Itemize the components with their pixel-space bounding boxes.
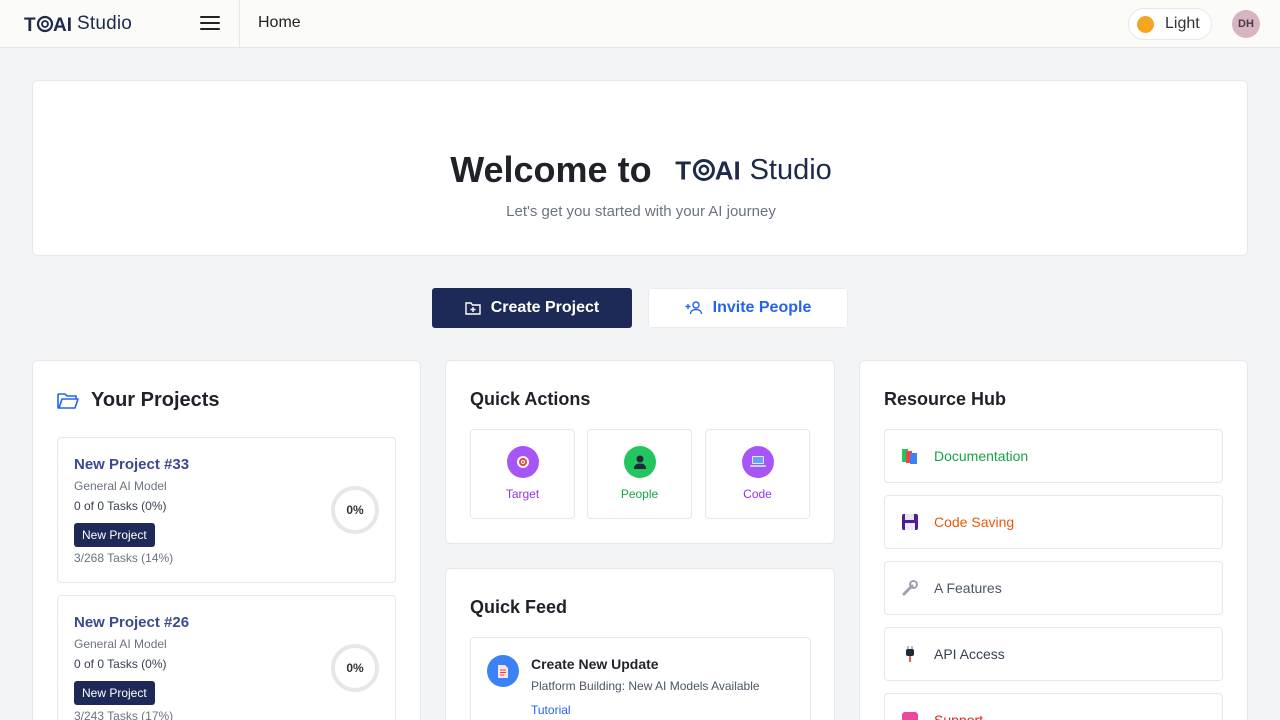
projects-title: Your Projects: [91, 389, 220, 411]
theme-label: Light: [1165, 15, 1200, 32]
feed-item[interactable]: Create New Update Platform Building: New…: [470, 637, 811, 720]
project-model: General AI Model: [74, 479, 167, 493]
breadcrumb[interactable]: Home: [258, 14, 301, 32]
quick-feed-title: Quick Feed: [470, 597, 568, 617]
invite-people-label: Invite People: [712, 299, 812, 316]
resource-label: Support: [934, 712, 984, 720]
quick-action-code[interactable]: Code: [705, 429, 810, 519]
resource-features[interactable]: A Features: [884, 561, 1223, 615]
resource-hub-title: Resource Hub: [884, 389, 1007, 409]
books-icon: [901, 447, 919, 465]
welcome-card: Welcome to T AI Studio Let's get you sta…: [32, 80, 1248, 256]
sos-icon: [901, 711, 919, 720]
project-card[interactable]: New Project #33 General AI Model 0 of 0 …: [57, 437, 396, 583]
create-project-label: Create Project: [490, 299, 600, 316]
svg-text:AI: AI: [53, 15, 72, 35]
target-icon: [507, 446, 539, 478]
project-task-summary: 3/243 Tasks (17%): [74, 709, 174, 720]
quick-action-people[interactable]: People: [587, 429, 692, 519]
invite-people-button[interactable]: Invite People: [648, 288, 848, 328]
welcome-logo-text: Studio: [749, 153, 832, 186]
quick-actions-title: Quick Actions: [470, 389, 591, 409]
project-tasks: 0 of 0 Tasks (0%): [74, 657, 167, 671]
resource-label: Code Saving: [934, 514, 1015, 530]
resource-code-saving[interactable]: Code Saving: [884, 495, 1223, 549]
folder-plus-icon: [465, 302, 481, 315]
feed-title: Create New Update: [531, 656, 659, 672]
projects-card: Your Projects New Project #33 General AI…: [32, 360, 421, 720]
progress-ring: 0%: [331, 644, 379, 692]
resource-label: API Access: [934, 646, 1005, 662]
feed-link[interactable]: Tutorial: [531, 703, 571, 717]
quick-feed-card: Quick Feed Create New Update Platform Bu…: [445, 568, 835, 720]
resource-documentation[interactable]: Documentation: [884, 429, 1223, 483]
folder-open-icon: [57, 392, 79, 409]
quick-actions-card: Quick Actions Target People Code: [445, 360, 835, 544]
project-model: General AI Model: [74, 637, 167, 651]
top-bar: T AI Studio Home Light DH: [0, 0, 1280, 48]
wrench-icon: [901, 579, 919, 597]
quick-action-label: Target: [505, 487, 540, 501]
quick-action-label: Code: [743, 487, 772, 501]
project-name[interactable]: New Project #33: [74, 456, 189, 473]
project-name[interactable]: New Project #26: [74, 614, 189, 631]
resource-support[interactable]: Support: [884, 693, 1223, 720]
project-badge: New Project: [74, 523, 155, 547]
document-icon: [487, 655, 519, 687]
resource-hub-card: Resource Hub Documentation Code Saving A…: [859, 360, 1248, 720]
app-logo[interactable]: T AI Studio: [24, 12, 132, 36]
welcome-title: Welcome to: [450, 149, 652, 190]
toai-logo-icon: T AI: [24, 15, 72, 35]
menu-icon[interactable]: [200, 16, 220, 32]
svg-text:AI: AI: [714, 158, 740, 185]
resource-label: A Features: [934, 580, 1002, 596]
resource-label: Documentation: [934, 448, 1029, 464]
project-tasks: 0 of 0 Tasks (0%): [74, 499, 167, 513]
progress-ring: 0%: [331, 486, 379, 534]
header-divider: [239, 0, 240, 48]
welcome-subtitle: Let's get you started with your AI journ…: [506, 203, 776, 220]
svg-text:T: T: [24, 15, 36, 35]
resource-api-access[interactable]: API Access: [884, 627, 1223, 681]
sun-icon: [1137, 15, 1154, 33]
plug-icon: [901, 645, 919, 663]
svg-text:T: T: [675, 158, 691, 185]
welcome-logo: T AI Studio: [672, 154, 832, 187]
person-icon: [624, 446, 656, 478]
avatar[interactable]: DH: [1232, 10, 1260, 38]
logo-text: Studio: [77, 13, 133, 34]
project-card[interactable]: New Project #26 General AI Model 0 of 0 …: [57, 595, 396, 720]
user-plus-icon: [685, 301, 702, 315]
toai-logo-icon: T AI: [675, 158, 740, 185]
feed-description: Platform Building: New AI Models Availab…: [531, 679, 760, 693]
quick-action-target[interactable]: Target: [470, 429, 575, 519]
create-project-button[interactable]: Create Project: [432, 288, 632, 328]
quick-action-label: People: [620, 487, 659, 501]
theme-toggle[interactable]: Light: [1128, 8, 1212, 40]
project-badge: New Project: [74, 681, 155, 705]
project-task-summary: 3/268 Tasks (14%): [74, 551, 174, 565]
laptop-icon: [742, 446, 774, 478]
floppy-disk-icon: [901, 513, 919, 531]
